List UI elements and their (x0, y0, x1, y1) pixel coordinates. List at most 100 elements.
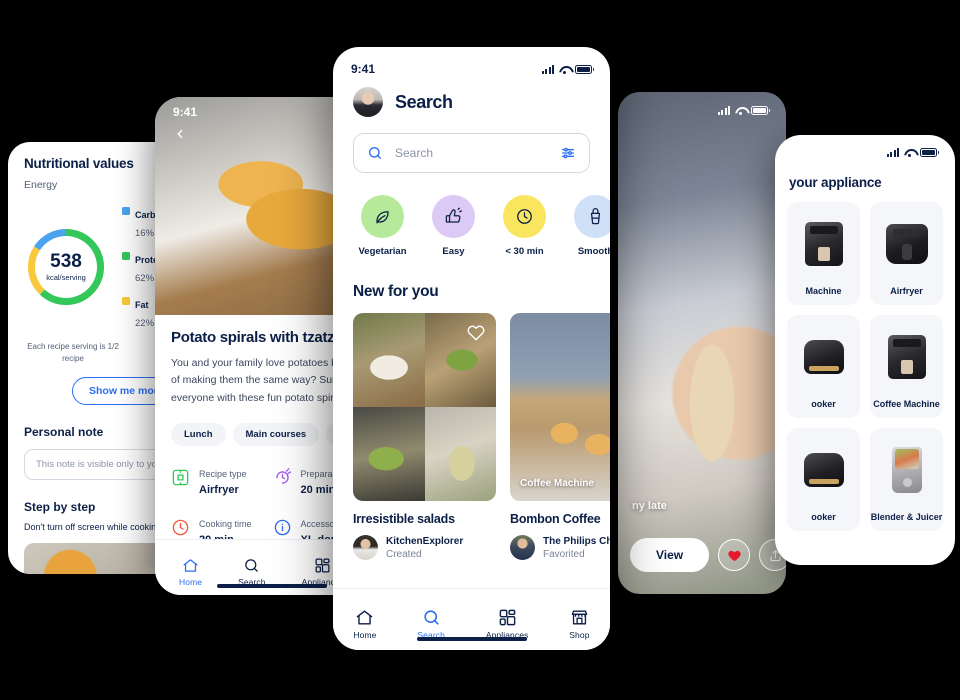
page-title: Search (395, 91, 453, 112)
leaf-icon (361, 195, 404, 238)
search-placeholder: Search (395, 146, 434, 160)
status-icons (886, 147, 939, 157)
legend-swatch-fat (122, 297, 130, 305)
kcal-unit: kcal/serving (46, 273, 86, 282)
appliance-name: ooker (811, 399, 836, 409)
appliance-name: Machine (805, 286, 842, 296)
search-header: Search (333, 79, 610, 117)
tab-label: Shop (569, 630, 590, 640)
card-thumbnail (353, 313, 496, 501)
coffee-action-row: View (618, 538, 786, 572)
appliances-icon (315, 558, 330, 573)
meta-recipe-type: Recipe type Airfryer (171, 464, 273, 496)
wifi-icon (559, 65, 570, 74)
legend-swatch-carbs (122, 207, 130, 215)
category-easy[interactable]: Easy (426, 195, 481, 257)
clock-icon (503, 195, 546, 238)
appliance-name: ooker (811, 512, 836, 522)
appliance-name: Blender & Juicer (870, 512, 943, 522)
card-title: Bombon Coffee (510, 512, 601, 526)
desc-line-3: everyone with these fun potato spira (171, 391, 340, 404)
status-time: 9:41 (351, 62, 376, 76)
wifi-icon (904, 148, 915, 157)
view-button[interactable]: View (630, 538, 710, 572)
appliance-card[interactable]: Blender & Juicer (870, 428, 943, 531)
wifi-icon (735, 106, 746, 115)
cooker-icon (787, 428, 860, 512)
battery-icon (751, 105, 770, 115)
appliance-name: Coffee Machine (873, 399, 940, 409)
shop-icon (571, 610, 588, 625)
tab-appliances[interactable]: Appliances (486, 608, 529, 640)
blender-icon (870, 428, 943, 512)
battery-icon (575, 64, 594, 74)
category-vegetarian[interactable]: Vegetarian (355, 195, 410, 257)
donut-center: 538 kcal/serving (35, 236, 97, 298)
battery-icon (920, 147, 939, 157)
phone-coffee-promo-screen: ny late View (618, 92, 786, 594)
tab-search[interactable]: Search (417, 608, 445, 640)
recipe-card-list: Irresistible salads KitchenExplorer Crea… (333, 301, 610, 560)
donut-chart: 538 kcal/serving (24, 225, 108, 309)
list-item[interactable]: Coffee Machine Bombon Coffee The Philips… (510, 313, 610, 560)
legend-value-protein: 62% (135, 273, 155, 284)
meta-value: 20 min (300, 483, 336, 496)
appliance-card[interactable]: ooker (787, 315, 860, 418)
tab-search[interactable]: Search (238, 557, 266, 587)
filter-icon[interactable] (560, 145, 576, 161)
coffee-machine-icon (787, 202, 860, 286)
category-smoothies[interactable]: Smooth (568, 195, 610, 257)
home-indicator (217, 584, 327, 588)
search-icon (424, 610, 439, 625)
tab-home[interactable]: Home (353, 608, 376, 640)
avatar (353, 535, 378, 560)
airfryer-icon (870, 202, 943, 286)
status-bar: 9:41 (333, 47, 610, 79)
legend-swatch-protein (122, 252, 130, 260)
back-icon[interactable] (169, 123, 191, 145)
list-item[interactable]: Irresistible salads KitchenExplorer Crea… (353, 313, 496, 560)
thumbnail-caption: Coffee Machine (520, 478, 594, 489)
home-indicator (417, 637, 527, 641)
category-label: Easy (442, 246, 465, 257)
tab-shop[interactable]: Shop (569, 608, 589, 640)
tag-chip[interactable]: Lunch (171, 422, 226, 446)
appliance-card[interactable]: Machine (787, 202, 860, 305)
serving-note: Each recipe serving is 1/2 recipe (27, 342, 119, 363)
collage-tile (424, 407, 496, 501)
signal-icon (541, 64, 554, 74)
screenshot-stage: Nutritional values Energy 538 kcal/servi… (0, 0, 960, 700)
category-under-30-min[interactable]: < 30 min (497, 195, 552, 257)
desc-line-2: of making them the same way? Surp (171, 374, 342, 387)
status-bar (618, 92, 786, 118)
status-bar (775, 135, 955, 161)
legend-value-fat: 22% (135, 318, 155, 329)
favorite-heart-icon[interactable] (465, 322, 487, 344)
appliance-card[interactable]: ooker (787, 428, 860, 531)
legend-label-fat: Fat (135, 300, 149, 310)
search-icon (369, 147, 381, 159)
home-icon (183, 559, 198, 572)
cooker-icon (787, 315, 860, 399)
phone-search-screen: 9:41 Search Search Vegetarian Easy < 30 … (333, 47, 610, 650)
meta-key: Cooking time (199, 518, 252, 529)
search-input[interactable]: Search (353, 133, 590, 173)
search-icon (245, 559, 259, 572)
favorite-button[interactable] (718, 539, 751, 571)
tab-home[interactable]: Home (179, 557, 202, 587)
prep-icon (273, 468, 292, 492)
avatar (510, 535, 535, 560)
appliances-icon (499, 609, 515, 626)
tag-chip[interactable]: Main courses (232, 422, 320, 446)
appliance-card[interactable]: Airfryer (870, 202, 943, 305)
heart-icon (728, 550, 741, 561)
meta-key: Recipe type (199, 468, 247, 479)
avatar[interactable] (353, 87, 383, 117)
appliances-title: your appliance (789, 175, 882, 190)
signal-icon (717, 105, 730, 115)
collage-tile (353, 313, 425, 407)
meta-key: Accesso (300, 518, 335, 529)
appliance-card[interactable]: Coffee Machine (870, 315, 943, 418)
category-label: Vegetarian (358, 246, 407, 257)
collage-tile (353, 407, 425, 501)
